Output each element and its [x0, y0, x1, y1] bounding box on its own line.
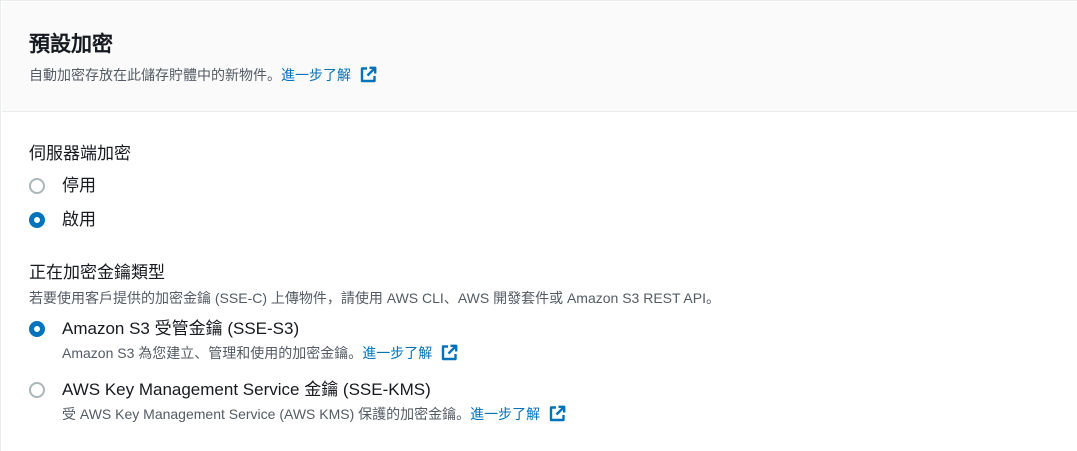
sse-s3-description-line: Amazon S3 為您建立、管理和使用的加密金鑰。進一步了解 — [62, 343, 458, 363]
radio-sse-kms[interactable] — [29, 382, 45, 398]
header-description: 自動加密存放在此儲存貯體中的新物件。 — [29, 67, 281, 83]
panel-header — [2, 2, 1077, 112]
radio-enable-label: 啟用 — [62, 210, 96, 229]
radio-option-enable[interactable]: 啟用 — [29, 207, 96, 233]
default-encryption-panel: 預設加密 自動加密存放在此儲存貯體中的新物件。進一步了解 伺服器端加密 停用 啟… — [0, 0, 1077, 451]
radio-option-sse-s3[interactable]: Amazon S3 受管金鑰 (SSE-S3) — [29, 316, 299, 342]
radio-sse-s3[interactable] — [29, 321, 45, 337]
radio-disable[interactable] — [29, 178, 45, 194]
header-learn-more-link[interactable]: 進一步了解 — [281, 67, 351, 83]
page-title: 預設加密 — [29, 33, 113, 56]
key-type-label: 正在加密金鑰類型 — [29, 263, 165, 282]
radio-option-sse-kms[interactable]: AWS Key Management Service 金鑰 (SSE-KMS) — [29, 377, 431, 403]
external-link-icon[interactable] — [440, 344, 458, 362]
sse-s3-description: Amazon S3 為您建立、管理和使用的加密金鑰。 — [62, 345, 363, 361]
sse-s3-learn-more-link[interactable]: 進一步了解 — [362, 345, 432, 361]
radio-option-disable[interactable]: 停用 — [29, 173, 96, 199]
sse-kms-learn-more-link[interactable]: 進一步了解 — [470, 406, 540, 422]
radio-enable[interactable] — [29, 212, 45, 228]
external-link-icon[interactable] — [359, 66, 377, 84]
server-side-encryption-label: 伺服器端加密 — [29, 144, 131, 163]
key-type-hint: 若要使用客戶提供的加密金鑰 (SSE-C) 上傳物件，請使用 AWS CLI、A… — [29, 290, 721, 306]
radio-sse-s3-label: Amazon S3 受管金鑰 (SSE-S3) — [62, 319, 300, 338]
sse-kms-description-line: 受 AWS Key Management Service (AWS KMS) 保… — [62, 404, 566, 424]
external-link-icon[interactable] — [548, 405, 566, 423]
radio-sse-kms-label: AWS Key Management Service 金鑰 (SSE-KMS) — [62, 380, 431, 399]
header-description-line: 自動加密存放在此儲存貯體中的新物件。進一步了解 — [29, 65, 377, 85]
radio-disable-label: 停用 — [62, 176, 96, 195]
sse-kms-description: 受 AWS Key Management Service (AWS KMS) 保… — [62, 406, 471, 422]
